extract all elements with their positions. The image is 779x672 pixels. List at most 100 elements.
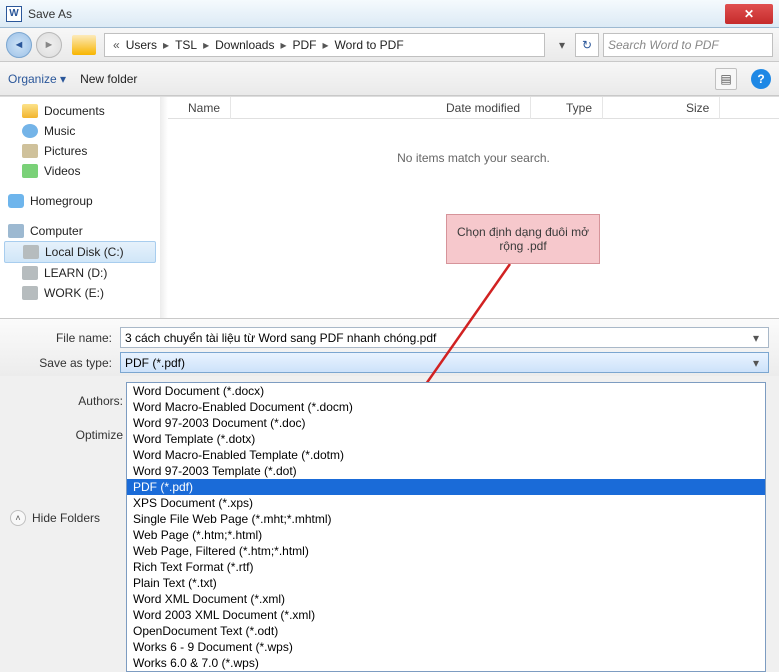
close-button[interactable]: ✕ [725,4,773,24]
column-headers: Name Date modified Type Size [168,97,779,119]
saveastype-row: Save as type: PDF (*.pdf)▾ [10,352,769,373]
sidebar-item-label: WORK (E:) [44,286,104,300]
view-button[interactable]: ▤ [715,68,737,90]
saveastype-label: Save as type: [10,356,120,370]
sidebar: Documents Music Pictures Videos Homegrou… [0,97,160,318]
sidebar-item-localdisk[interactable]: Local Disk (C:) [4,241,156,263]
saveastype-value: PDF (*.pdf) [125,356,748,370]
dropdown-option[interactable]: Word XML Document (*.xml) [127,591,765,607]
computer-icon [8,224,24,238]
disk-icon [22,286,38,300]
help-button[interactable]: ? [751,69,771,89]
empty-message: No items match your search. [168,151,779,165]
disk-icon [22,266,38,280]
search-input[interactable]: Search Word to PDF [603,33,773,57]
word-icon: W [6,6,22,22]
form-area: File name: 3 cách chuyển tài liệu từ Wor… [0,318,779,376]
new-folder-button[interactable]: New folder [80,72,137,86]
sidebar-item-videos[interactable]: Videos [0,161,160,181]
col-size[interactable]: Size [676,97,720,119]
dropdown-option[interactable]: OpenDocument Text (*.odt) [127,623,765,639]
chevron-icon: ▸ [159,38,173,52]
chevron-icon: ▸ [199,38,213,52]
sidebar-item-pictures[interactable]: Pictures [0,141,160,161]
dropdown-option[interactable]: Web Page (*.htm;*.html) [127,527,765,543]
documents-icon [22,104,38,118]
videos-icon [22,164,38,178]
sidebar-item-label: Music [44,124,75,138]
chevron-icon: ▸ [276,38,290,52]
dropdown-icon[interactable]: ▾ [748,331,764,345]
crumb[interactable]: Downloads [213,38,276,52]
sidebar-item-learn[interactable]: LEARN (D:) [0,263,160,283]
music-icon [22,124,38,138]
titlebar: W Save As ✕ [0,0,779,28]
sidebar-item-homegroup[interactable]: Homegroup [0,191,160,211]
back-button[interactable]: ◄ [6,32,32,58]
dropdown-option[interactable]: Word Macro-Enabled Document (*.docm) [127,399,765,415]
authors-label: Authors: [16,394,123,408]
crumb[interactable]: PDF [291,38,319,52]
sidebar-item-label: Documents [44,104,105,118]
hide-folders-button[interactable]: ˄ Hide Folders [10,510,100,526]
filename-label: File name: [10,331,120,345]
organize-button[interactable]: Organize ▾ [8,72,66,86]
dropdown-option[interactable]: PDF (*.pdf) [127,479,765,495]
filename-row: File name: 3 cách chuyển tài liệu từ Wor… [10,327,769,348]
col-date[interactable]: Date modified [436,97,531,119]
sidebar-item-computer[interactable]: Computer [0,221,160,241]
hide-folders-label: Hide Folders [32,511,100,525]
sidebar-item-music[interactable]: Music [0,121,160,141]
toolbar: Organize ▾ New folder ▤ ? [0,62,779,96]
dropdown-option[interactable]: Word 97-2003 Template (*.dot) [127,463,765,479]
sidebar-item-label: Homegroup [30,194,93,208]
optimize-label: Optimize [16,428,123,442]
forward-button[interactable]: ► [36,32,62,58]
crumb[interactable]: Word to PDF [333,38,406,52]
disk-icon [23,245,39,259]
dropdown-icon[interactable]: ▾ [748,356,764,370]
sidebar-item-work[interactable]: WORK (E:) [0,283,160,303]
refresh-button[interactable]: ↻ [575,33,599,57]
homegroup-icon [8,194,24,208]
dropdown-option[interactable]: XPS Document (*.xps) [127,495,765,511]
filename-value: 3 cách chuyển tài liệu từ Word sang PDF … [125,331,748,345]
col-type[interactable]: Type [556,97,603,119]
dropdown-option[interactable]: Works 6 - 9 Document (*.wps) [127,639,765,655]
dropdown-option[interactable]: Works 6.0 & 7.0 (*.wps) [127,655,765,671]
dropdown-option[interactable]: Rich Text Format (*.rtf) [127,559,765,575]
sidebar-item-label: Videos [44,164,80,178]
dropdown-option[interactable]: Word 97-2003 Document (*.doc) [127,415,765,431]
sidebar-item-label: LEARN (D:) [44,266,107,280]
dropdown-option[interactable]: Web Page, Filtered (*.htm;*.html) [127,543,765,559]
dropdown-option[interactable]: Plain Text (*.txt) [127,575,765,591]
crumb[interactable]: Users [124,38,159,52]
dropdown-option[interactable]: Word Document (*.docx) [127,383,765,399]
crumb[interactable]: TSL [173,38,199,52]
body-area: Documents Music Pictures Videos Homegrou… [0,96,779,318]
dropdown-option[interactable]: Word Macro-Enabled Template (*.dotm) [127,447,765,463]
breadcrumb[interactable]: « Users ▸ TSL ▸ Downloads ▸ PDF ▸ Word t… [104,33,545,57]
file-list: Name Date modified Type Size No items ma… [168,97,779,318]
dropdown-option[interactable]: Word Template (*.dotx) [127,431,765,447]
sidebar-item-label: Computer [30,224,83,238]
sidebar-item-label: Local Disk (C:) [45,245,124,259]
breadcrumb-dropdown[interactable]: ▾ [553,38,571,52]
dropdown-option[interactable]: Single File Web Page (*.mht;*.mhtml) [127,511,765,527]
splitter[interactable] [160,97,168,318]
saveastype-dropdown[interactable]: Word Document (*.docx)Word Macro-Enabled… [126,382,766,672]
chevron-icon: ▸ [319,38,333,52]
sidebar-item-documents[interactable]: Documents [0,101,160,121]
window-title: Save As [28,7,725,21]
nav-bar: ◄ ► « Users ▸ TSL ▸ Downloads ▸ PDF ▸ Wo… [0,28,779,62]
filename-input[interactable]: 3 cách chuyển tài liệu từ Word sang PDF … [120,327,769,348]
col-name[interactable]: Name [178,97,231,119]
chevron-icon: « [109,38,124,52]
pictures-icon [22,144,38,158]
annotation-callout: Chọn định dạng đuôi mở rộng .pdf [446,214,600,264]
chevron-up-icon: ˄ [10,510,26,526]
folder-icon [72,35,96,55]
sidebar-item-label: Pictures [44,144,87,158]
saveastype-select[interactable]: PDF (*.pdf)▾ [120,352,769,373]
dropdown-option[interactable]: Word 2003 XML Document (*.xml) [127,607,765,623]
